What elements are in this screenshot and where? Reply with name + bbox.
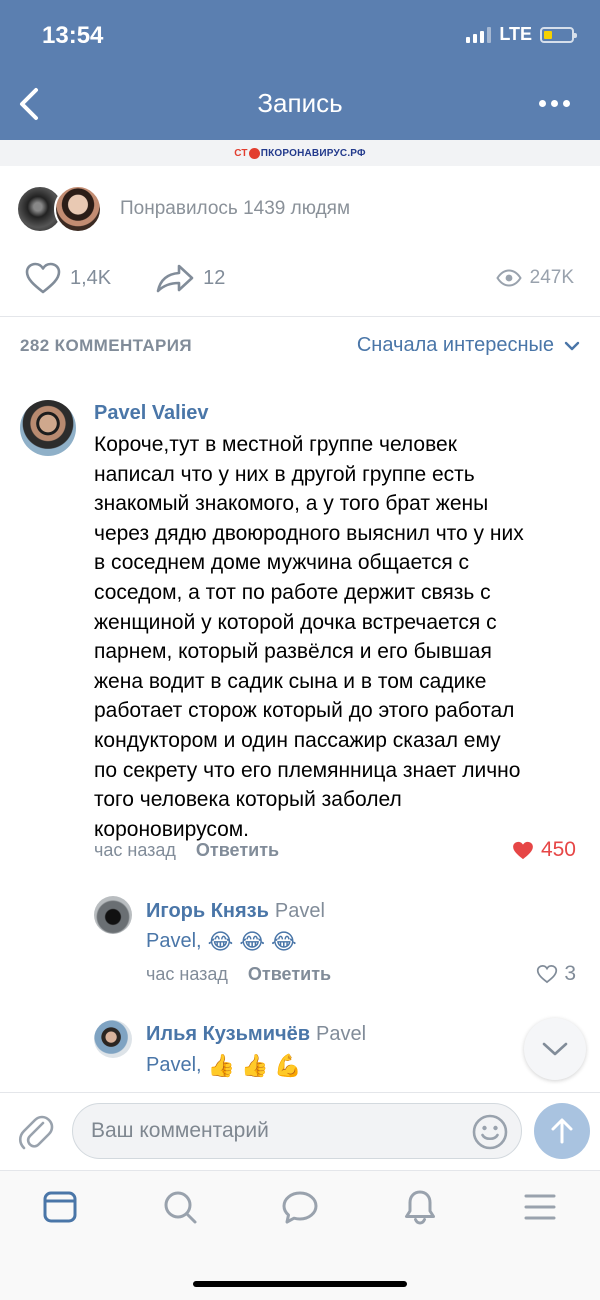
- dot-icon: [551, 100, 558, 107]
- reply-author-name: Илья Кузьмичёв: [146, 1023, 311, 1045]
- comment-time: час назад: [94, 840, 176, 860]
- reply-time: час назад: [146, 964, 228, 984]
- thumbs-up-emoji-icon: 👍: [207, 1052, 235, 1078]
- emoji-button[interactable]: [471, 1113, 509, 1156]
- messages-icon: [282, 1191, 318, 1224]
- eye-icon: [495, 269, 522, 287]
- tab-news[interactable]: [40, 1187, 80, 1227]
- attach-button[interactable]: [18, 1113, 54, 1158]
- more-options-button[interactable]: [539, 100, 570, 107]
- liker-avatar: [54, 185, 102, 233]
- chevron-down-icon: [542, 1042, 568, 1056]
- avatar[interactable]: [94, 896, 132, 934]
- battery-icon: [540, 26, 577, 43]
- comment-input[interactable]: [73, 1104, 461, 1158]
- comment-composer: [0, 1092, 600, 1171]
- stopcoronavirus-banner[interactable]: СТ ПКОРОНАВИРУС.РФ: [0, 140, 600, 166]
- comment-meta: час назад Ответить: [94, 840, 279, 861]
- dot-icon: [539, 100, 546, 107]
- tab-messages[interactable]: [280, 1187, 320, 1227]
- comment-like-count: 450: [540, 838, 576, 861]
- reply-like-count: 3: [564, 962, 576, 985]
- reply-like-button[interactable]: 3: [536, 962, 576, 986]
- reply-author-name: Игорь Князь: [146, 900, 269, 922]
- tab-menu[interactable]: [520, 1187, 560, 1227]
- banner-logo: СТ ПКОРОНАВИРУС.РФ: [234, 147, 366, 159]
- heart-filled-icon: [513, 841, 533, 859]
- status-time: 13:54: [42, 22, 104, 49]
- notifications-icon: [405, 1190, 435, 1225]
- search-icon: [164, 1191, 197, 1224]
- thumbs-up-emoji-icon: 👍: [241, 1052, 269, 1078]
- comment-input-box[interactable]: [72, 1103, 522, 1159]
- banner-circle-icon: [248, 147, 260, 159]
- news-feed-icon: [43, 1191, 77, 1223]
- page-title: Запись: [257, 88, 343, 118]
- smile-icon: [472, 1114, 508, 1150]
- signal-icon: [466, 26, 492, 43]
- reply-meta: час назад Ответить: [146, 964, 331, 985]
- share-icon: [156, 264, 194, 293]
- dot-icon: [563, 100, 570, 107]
- views-counter: 247K: [495, 267, 574, 289]
- laughing-emoji-icon: 😂: [207, 928, 234, 954]
- reply-button[interactable]: Ответить: [196, 840, 279, 861]
- views-count: 247K: [529, 267, 574, 288]
- like-button[interactable]: 1,4K: [24, 261, 111, 295]
- comments-header: 282 КОММЕНТАРИЯ Сначала интересные: [20, 334, 580, 357]
- arrow-up-icon: [551, 1118, 573, 1144]
- nav-header: 13:54 LTE Запись: [0, 0, 600, 140]
- tab-notifications[interactable]: [400, 1187, 440, 1227]
- heart-icon: [25, 262, 61, 294]
- post-actions: 1,4K 12 247K: [24, 258, 574, 298]
- chevron-down-icon: [564, 341, 580, 350]
- menu-icon: [524, 1194, 556, 1220]
- likers-text: Понравилось 1439 людям: [120, 198, 351, 219]
- share-button[interactable]: 12: [155, 263, 225, 293]
- paperclip-icon: [18, 1115, 54, 1150]
- laughing-emoji-icon: 😂: [239, 928, 266, 954]
- comment-like-button[interactable]: 450: [511, 838, 576, 862]
- reply-author[interactable]: Игорь Князь Pavel: [146, 900, 325, 923]
- tab-search[interactable]: [160, 1187, 200, 1227]
- comment-text: Короче,тут в местной группе человек напи…: [94, 433, 524, 841]
- sort-dropdown[interactable]: Сначала интересные: [357, 334, 580, 357]
- mention-link[interactable]: Pavel,: [146, 930, 202, 953]
- comments-count: 282 КОММЕНТАРИЯ: [20, 335, 192, 355]
- laughing-emoji-icon: 😂: [271, 928, 297, 954]
- reply-author[interactable]: Илья Кузьмичёв Pavel: [146, 1023, 366, 1046]
- send-button[interactable]: [534, 1103, 590, 1159]
- avatar[interactable]: [20, 400, 76, 456]
- likers-row[interactable]: Понравилось 1439 людям: [16, 184, 350, 234]
- home-indicator: [193, 1281, 407, 1287]
- reply-button[interactable]: Ответить: [248, 964, 331, 985]
- network-label: LTE: [499, 24, 532, 44]
- reply-to-name: Pavel: [274, 900, 325, 922]
- flexed-biceps-emoji-icon: 💪: [274, 1052, 302, 1078]
- status-indicators: LTE: [466, 24, 577, 45]
- avatar[interactable]: [94, 1020, 132, 1058]
- scroll-down-button[interactable]: [524, 1018, 586, 1080]
- reply-text: Pavel, 😂 😂 😂: [146, 930, 297, 953]
- sort-label: Сначала интересные: [356, 334, 554, 356]
- reply-to-name: Pavel: [316, 1023, 367, 1045]
- mention-link[interactable]: Pavel,: [146, 1054, 202, 1077]
- heart-icon: [537, 965, 558, 984]
- comment-author[interactable]: Pavel Valiev: [94, 402, 209, 425]
- tab-bar: [0, 1170, 600, 1300]
- like-count: 1,4K: [70, 266, 112, 289]
- banner-text-start: СТ: [234, 147, 248, 159]
- share-count: 12: [203, 266, 226, 289]
- reply-text: Pavel, 👍 👍 💪: [146, 1054, 302, 1077]
- banner-text-end: ПКОРОНАВИРУС.РФ: [260, 147, 366, 159]
- divider: [0, 316, 600, 317]
